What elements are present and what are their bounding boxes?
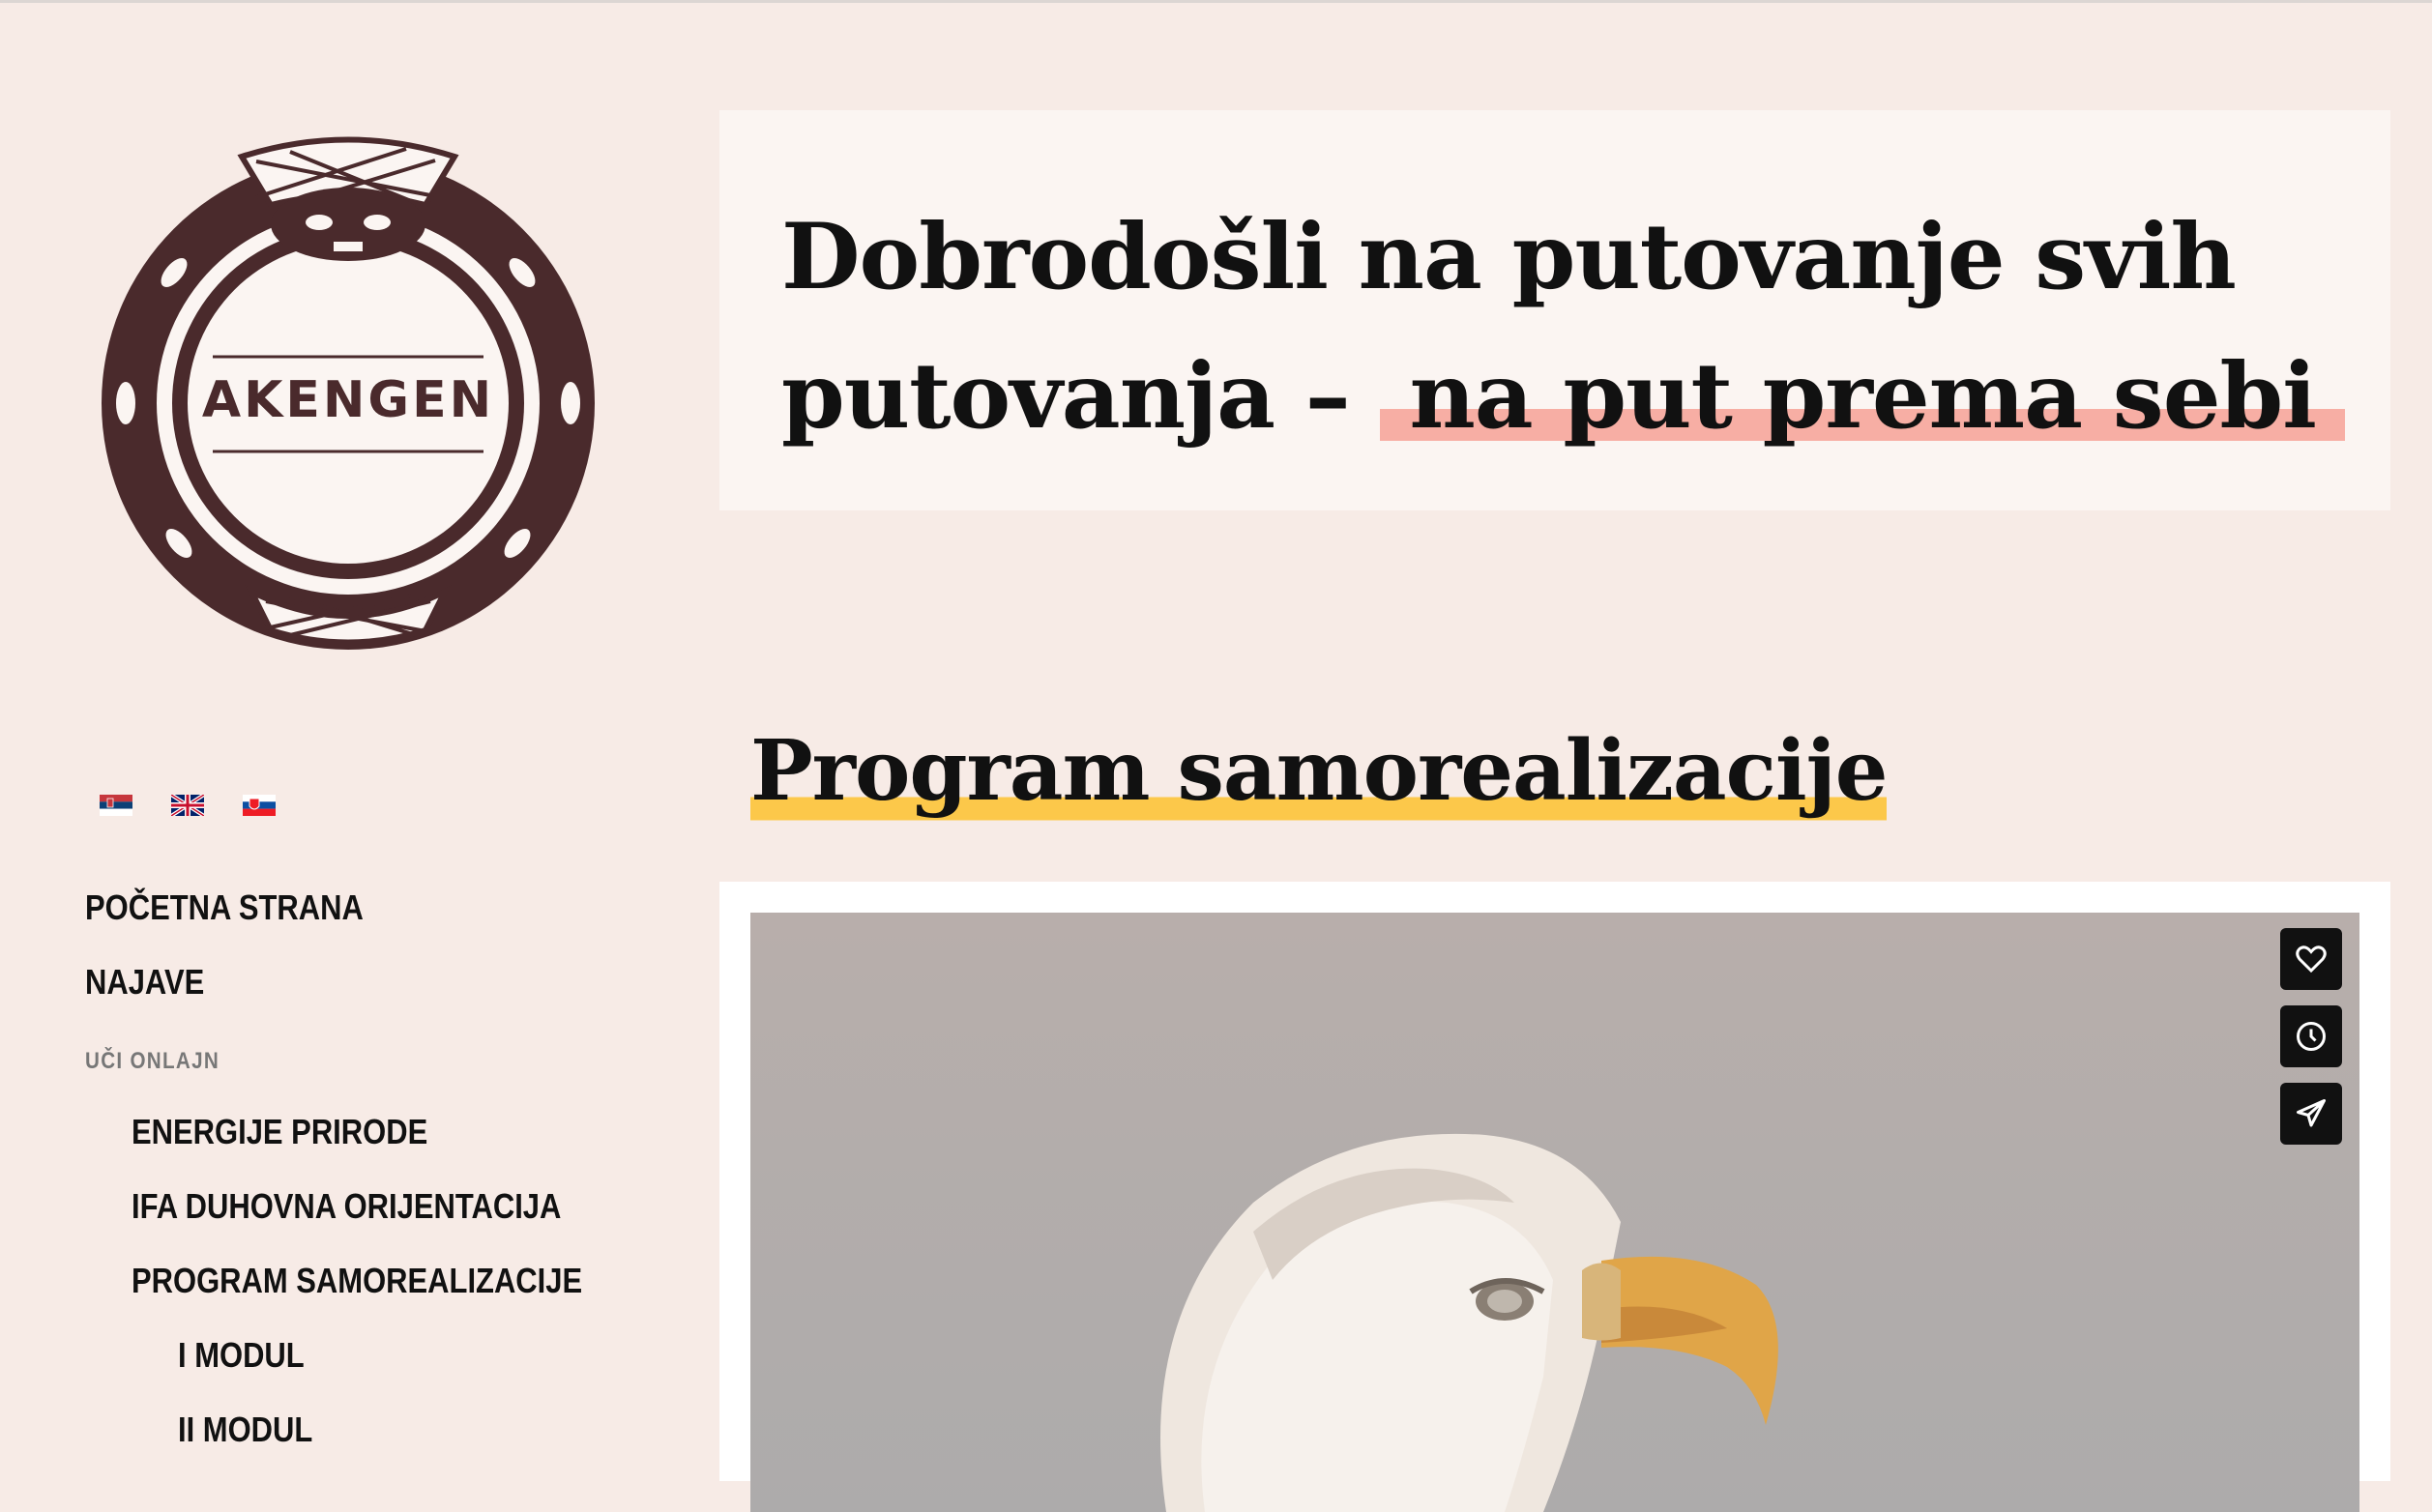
video-frame (719, 882, 2390, 1512)
clock-icon (2297, 1022, 2326, 1051)
flag-serbia-icon[interactable] (100, 795, 132, 816)
logo[interactable]: AKENGEN (97, 128, 600, 659)
flag-slovakia-icon[interactable] (243, 795, 276, 816)
nav-item-home[interactable]: POČETNA STRANA (85, 887, 364, 928)
section-title: Program samorealizacije (750, 713, 1888, 829)
hero-banner: Dobrodošli na putovanje svih putovanja –… (719, 110, 2390, 510)
nav-item-program[interactable]: PROGRAM SAMOREALIZACIJE (132, 1261, 582, 1301)
eagle-image (1160, 1133, 1778, 1512)
top-border (0, 0, 2432, 3)
nav-item-ifa[interactable]: IFA DUHOVNA ORIJENTACIJA (132, 1186, 561, 1227)
like-button[interactable] (2280, 928, 2342, 990)
hero-title-highlight: na put prema sebi (1380, 343, 2345, 450)
hero-title-line2: putovanja – (781, 343, 1381, 450)
nav-item-module-2[interactable]: II MODUL (178, 1410, 312, 1450)
video-player[interactable] (750, 913, 2359, 1512)
send-icon (2297, 1099, 2326, 1127)
hero-title-line1: Dobrodošli na putovanje svih (781, 204, 2237, 310)
watch-later-button[interactable] (2280, 1005, 2342, 1067)
nav-item-module-1[interactable]: I MODUL (178, 1335, 305, 1376)
logo-text: AKENGEN (201, 371, 495, 429)
nav-item-announcements[interactable]: NAJAVE (85, 962, 204, 1003)
nav-item-nature-energies[interactable]: ENERGIJE PRIRODE (132, 1112, 427, 1152)
share-button[interactable] (2280, 1083, 2342, 1145)
hero-title: Dobrodošli na putovanje svih putovanja –… (781, 188, 2345, 466)
heart-icon (2296, 945, 2327, 974)
language-switcher (100, 795, 276, 816)
flag-uk-icon[interactable] (171, 795, 204, 816)
nav-heading-learn-online: UČI ONLAJN (85, 1048, 220, 1074)
